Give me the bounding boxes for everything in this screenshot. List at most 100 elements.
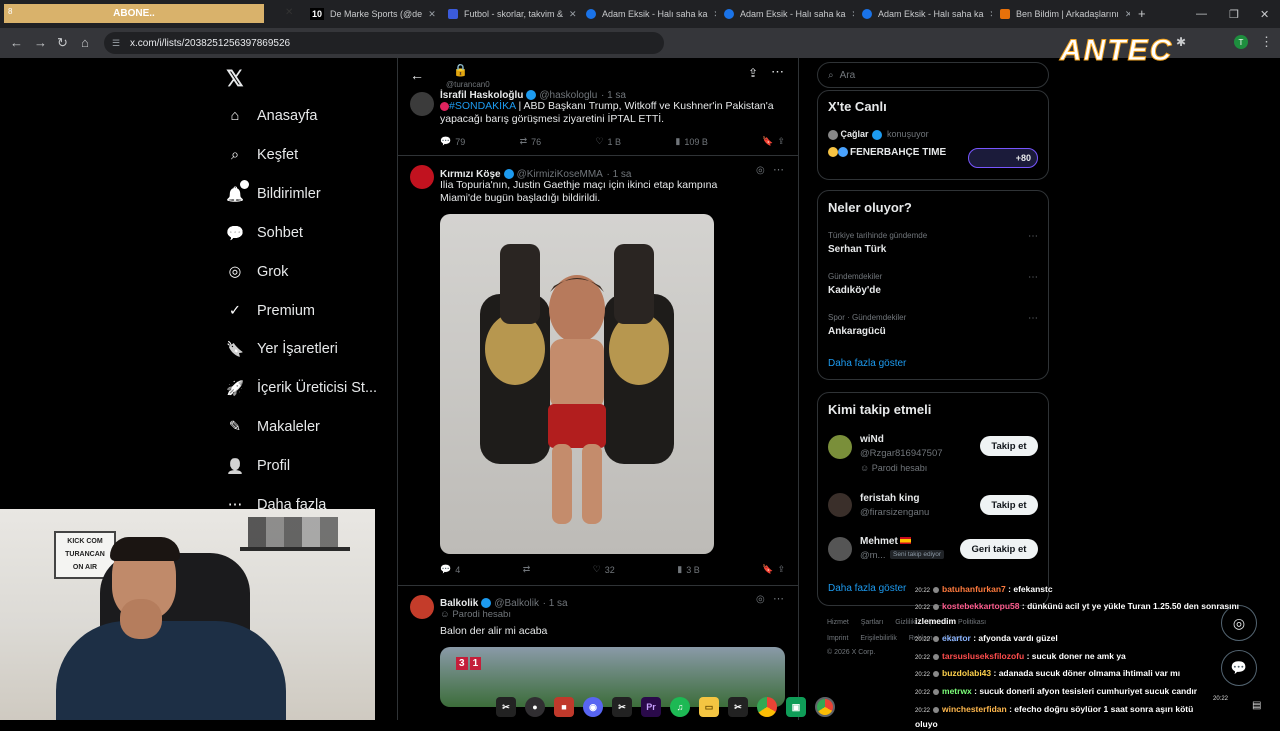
back-icon[interactable]: ←: [10, 35, 23, 50]
discord-icon[interactable]: ◉: [583, 697, 603, 717]
url-input[interactable]: ☰ x.com/i/lists/2038251256397869526: [104, 32, 664, 54]
follow-back-button[interactable]: Geri takip et: [960, 539, 1038, 559]
bookmark-button[interactable]: 🔖 ⇪: [762, 136, 785, 147]
tweet-time[interactable]: 1 sa: [549, 598, 568, 609]
nav-item-9[interactable]: 👤 Profil: [226, 454, 290, 478]
reply-button[interactable]: 💬 4: [440, 564, 460, 575]
footer-link[interactable]: Hizmet Şartları: [827, 619, 883, 626]
menu-icon[interactable]: ⋮: [1260, 34, 1273, 50]
app-red-icon[interactable]: ■: [554, 697, 574, 717]
avatar[interactable]: [410, 595, 434, 619]
restore-icon[interactable]: ❐: [1229, 8, 1239, 21]
views-button[interactable]: ▮ 3 B: [677, 564, 699, 575]
more-options-icon[interactable]: ⋯: [773, 592, 784, 605]
suggested-user-name[interactable]: wiNd: [860, 434, 884, 445]
live-space[interactable]: FENERBAHÇE TIME: [828, 147, 946, 158]
repost-button[interactable]: ⇄ 76: [520, 136, 542, 147]
nav-item-7[interactable]: 🚀 İçerik Üreticisi St...: [226, 376, 377, 400]
chat-username[interactable]: batuhanfurkan7: [942, 584, 1006, 594]
folder-icon[interactable]: ▭: [699, 697, 719, 717]
nav-item-1[interactable]: ⌕ Keşfet: [226, 143, 298, 167]
x-logo[interactable]: 𝕏: [226, 66, 244, 92]
like-button[interactable]: ♡ 1 B: [595, 136, 621, 147]
follow-button[interactable]: Takip et: [980, 495, 1038, 515]
tab-close-icon[interactable]: ✕: [1125, 9, 1130, 20]
tab-close-icon[interactable]: ✕: [714, 9, 716, 20]
search-input[interactable]: ⌕ Ara: [817, 62, 1049, 88]
tab-adam-eksik-1[interactable]: Adam Eksik - Halı saha ka ✕: [580, 4, 716, 24]
suggested-user-name[interactable]: Mehmet: [860, 536, 911, 547]
tab-futbol[interactable]: Futbol - skorlar, takvim & ✕: [442, 4, 578, 24]
profile-avatar[interactable]: T: [1234, 35, 1248, 49]
follow-button[interactable]: Takip et: [980, 436, 1038, 456]
nav-item-6[interactable]: 🔖 Yer İşaretleri: [226, 337, 338, 361]
like-button[interactable]: ♡ 32: [593, 564, 615, 575]
trend-name[interactable]: Serhan Türk: [828, 244, 886, 255]
home-icon[interactable]: ⌂: [81, 35, 89, 50]
abone-tab[interactable]: ABONE..: [4, 4, 264, 23]
nav-item-8[interactable]: ✎ Makaleler: [226, 415, 320, 439]
trend-more-icon[interactable]: ⋯: [1028, 272, 1038, 283]
trend-name[interactable]: Kadıköy'de: [828, 285, 881, 296]
chat-username[interactable]: tarsusluseksfilozofu: [942, 651, 1024, 661]
chat-username[interactable]: winchesterfidan: [942, 704, 1007, 714]
spotify-icon[interactable]: ♫: [670, 697, 690, 717]
author-name[interactable]: Balkolik: [440, 598, 478, 609]
repost-button[interactable]: ⇄: [523, 564, 531, 575]
share-icon[interactable]: ⇪: [777, 564, 785, 575]
trend-more-icon[interactable]: ⋯: [1028, 313, 1038, 324]
tweet[interactable]: İsrafil Haskoloğlu @haskologlu · 1 sa #SO…: [398, 89, 798, 156]
tab-adam-eksik-3[interactable]: Adam Eksik - Halı saha ka ✕: [856, 4, 992, 24]
live-host[interactable]: Çağlar konuşuyor: [828, 129, 929, 140]
trend-more-icon[interactable]: ⋯: [1028, 231, 1038, 242]
new-tab-icon[interactable]: +: [1138, 6, 1146, 21]
nav-item-3[interactable]: 💬 Sohbet: [226, 221, 303, 245]
minimize-icon[interactable]: —: [1196, 8, 1207, 20]
bookmark-button[interactable]: 🔖 ⇪: [762, 564, 785, 575]
tab-close-icon[interactable]: ✕: [569, 9, 577, 20]
nav-item-4[interactable]: ◎ Grok: [226, 260, 289, 284]
extensions-icon[interactable]: ✱: [1176, 35, 1186, 49]
trend-name[interactable]: Ankaragücü: [828, 326, 886, 337]
obs-icon[interactable]: ●: [525, 697, 545, 717]
reload-icon[interactable]: ↻: [57, 35, 68, 51]
share-icon[interactable]: ⇪: [748, 66, 758, 80]
tab-de-marke[interactable]: 10 De Marke Sports (@de ✕: [304, 4, 440, 24]
back-arrow-icon[interactable]: ←: [410, 67, 424, 83]
share-icon[interactable]: ⇪: [777, 136, 785, 147]
tweet-image[interactable]: [440, 214, 714, 554]
chat-username[interactable]: metrwx: [942, 686, 972, 696]
tab-close-icon[interactable]: ✕: [852, 9, 854, 20]
capcut-icon[interactable]: ✂: [728, 697, 748, 717]
avatar[interactable]: [828, 435, 852, 459]
close-window-icon[interactable]: ✕: [1260, 8, 1269, 21]
avatar[interactable]: [828, 493, 852, 517]
chrome-icon[interactable]: [757, 697, 777, 717]
chat-username[interactable]: ekartor: [942, 633, 971, 643]
tab-adam-eksik-2[interactable]: Adam Eksik - Halı saha ka ✕: [718, 4, 854, 24]
nav-item-2[interactable]: 🔔 Bildirimler: [226, 180, 321, 206]
reply-button[interactable]: 💬 79: [440, 136, 465, 147]
more-options-icon[interactable]: ⋯: [771, 64, 784, 80]
views-button[interactable]: ▮ 109 B: [675, 136, 707, 147]
footer-link[interactable]: Gizlilik: [895, 619, 915, 626]
more-options-icon[interactable]: ⋯: [773, 163, 784, 176]
suggested-user-handle[interactable]: @firarsizenganu: [860, 507, 929, 518]
messages-floating-button[interactable]: 💬: [1221, 650, 1257, 686]
footer-link[interactable]: Imprint: [827, 635, 848, 642]
tab-close-icon[interactable]: ✕: [285, 7, 293, 18]
suggested-user-handle[interactable]: @m...: [860, 550, 885, 561]
tab-close-icon[interactable]: ✕: [428, 9, 436, 20]
avatar[interactable]: [828, 537, 852, 561]
site-info-icon[interactable]: ☰: [112, 38, 120, 49]
tweet[interactable]: Kırmızı Köşe @KirmiziKoseMMA · 1 sa ◎ ⋯ I…: [398, 155, 798, 586]
app-green-icon[interactable]: ▣: [786, 697, 806, 717]
capcut-icon[interactable]: ✂: [496, 697, 516, 717]
show-more-trends-link[interactable]: Daha fazla göster: [828, 358, 906, 369]
avatar[interactable]: [410, 92, 434, 116]
suggested-user-name[interactable]: feristah king: [860, 493, 919, 504]
capcut-icon[interactable]: ✂: [612, 697, 632, 717]
notification-icon[interactable]: ▤: [1252, 700, 1261, 711]
footer-link[interactable]: Erişilebilirlik: [860, 635, 897, 642]
grok-icon[interactable]: ◎: [756, 594, 765, 605]
